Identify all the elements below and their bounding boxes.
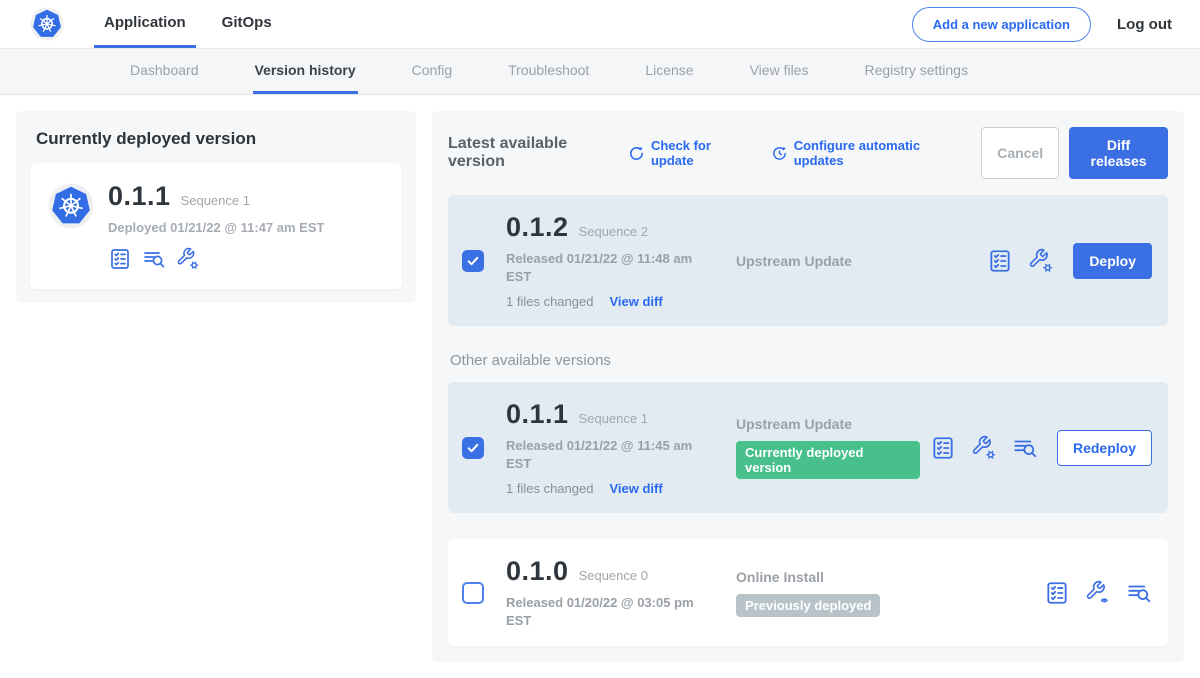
refresh-icon	[628, 145, 645, 162]
tab-config[interactable]: Config	[410, 49, 454, 94]
view-logs-icon[interactable]	[142, 247, 166, 271]
cancel-button[interactable]: Cancel	[981, 127, 1059, 179]
top-header: Application GitOps Add a new application…	[0, 0, 1200, 48]
preflight-checklist-icon[interactable]	[987, 248, 1013, 274]
files-changed-label: 1 files changed	[506, 294, 593, 309]
version-row-0-1-2: 0.1.2 Sequence 2 Released 01/21/22 @ 11:…	[448, 195, 1168, 326]
tab-troubleshoot[interactable]: Troubleshoot	[506, 49, 591, 94]
deployed-version-number: 0.1.1	[108, 181, 171, 212]
version-history-panel: Latest available version Check for updat…	[432, 111, 1184, 662]
tab-version-history[interactable]: Version history	[253, 49, 358, 94]
version-source-label: Upstream Update	[736, 253, 977, 269]
config-wrench-gear-icon[interactable]	[1028, 248, 1054, 274]
tab-registry-settings[interactable]: Registry settings	[862, 49, 969, 94]
configure-automatic-updates-link[interactable]: Configure automatic updates	[771, 138, 957, 168]
tab-view-files[interactable]: View files	[748, 49, 811, 94]
view-diff-link[interactable]: View diff	[609, 294, 662, 309]
deployed-sequence-label: Sequence 1	[181, 193, 250, 208]
app-subnav: Dashboard Version history Config Trouble…	[0, 48, 1200, 95]
kubernetes-app-icon	[48, 183, 94, 271]
add-new-application-button[interactable]: Add a new application	[912, 7, 1091, 42]
tab-dashboard[interactable]: Dashboard	[128, 49, 201, 94]
sequence-label: Sequence 2	[579, 224, 648, 239]
preflight-checklist-icon[interactable]	[1044, 580, 1070, 606]
view-diff-link[interactable]: View diff	[609, 481, 662, 496]
released-timestamp: Released 01/21/22 @ 11:45 am EST	[506, 437, 701, 472]
version-source-label: Online Install	[736, 569, 1034, 585]
previously-deployed-badge: Previously deployed	[736, 594, 880, 617]
version-number: 0.1.2	[506, 212, 569, 243]
version-number: 0.1.1	[506, 399, 569, 430]
preflight-checklist-icon[interactable]	[930, 435, 956, 461]
version-checkbox[interactable]	[462, 437, 484, 459]
version-checkbox[interactable]	[462, 582, 484, 604]
released-timestamp: Released 01/21/22 @ 11:48 am EST	[506, 250, 701, 285]
config-wrench-gear-icon[interactable]	[971, 435, 997, 461]
sequence-label: Sequence 1	[579, 411, 648, 426]
view-config-wrench-eye-icon[interactable]	[1085, 580, 1111, 606]
check-for-update-link[interactable]: Check for update	[628, 138, 747, 168]
config-wrench-gear-icon[interactable]	[176, 247, 200, 271]
currently-deployed-badge: Currently deployed version	[736, 441, 920, 479]
latest-version-title: Latest available version	[448, 135, 614, 171]
nav-gitops[interactable]: GitOps	[212, 0, 282, 48]
tab-license[interactable]: License	[643, 49, 695, 94]
logout-button[interactable]: Log out	[1117, 16, 1172, 33]
version-row-0-1-1: 0.1.1 Sequence 1 Released 01/21/22 @ 11:…	[448, 382, 1168, 513]
redeploy-button[interactable]: Redeploy	[1057, 430, 1152, 466]
view-logs-icon[interactable]	[1126, 580, 1152, 606]
files-changed-label: 1 files changed	[506, 481, 593, 496]
kubernetes-logo-icon	[30, 7, 64, 41]
deployed-timestamp: Deployed 01/21/22 @ 11:47 am EST	[108, 220, 324, 235]
deployed-version-card: 0.1.1 Sequence 1 Deployed 01/21/22 @ 11:…	[30, 163, 402, 289]
version-checkbox[interactable]	[462, 250, 484, 272]
deployed-panel-title: Currently deployed version	[36, 129, 396, 149]
version-row-0-1-0: 0.1.0 Sequence 0 Released 01/20/22 @ 03:…	[448, 539, 1168, 646]
other-versions-title: Other available versions	[450, 352, 1166, 369]
preflight-checklist-icon[interactable]	[108, 247, 132, 271]
top-nav: Application GitOps	[94, 0, 298, 48]
view-logs-icon[interactable]	[1012, 435, 1038, 461]
released-timestamp: Released 01/20/22 @ 03:05 pm EST	[506, 594, 701, 629]
clock-refresh-icon	[771, 145, 788, 162]
version-source-label: Upstream Update	[736, 416, 920, 432]
sequence-label: Sequence 0	[579, 568, 648, 583]
version-number: 0.1.0	[506, 556, 569, 587]
deploy-button[interactable]: Deploy	[1073, 243, 1152, 279]
currently-deployed-panel: Currently deployed version	[16, 111, 416, 303]
diff-releases-button[interactable]: Diff releases	[1069, 127, 1168, 179]
nav-application[interactable]: Application	[94, 0, 196, 48]
